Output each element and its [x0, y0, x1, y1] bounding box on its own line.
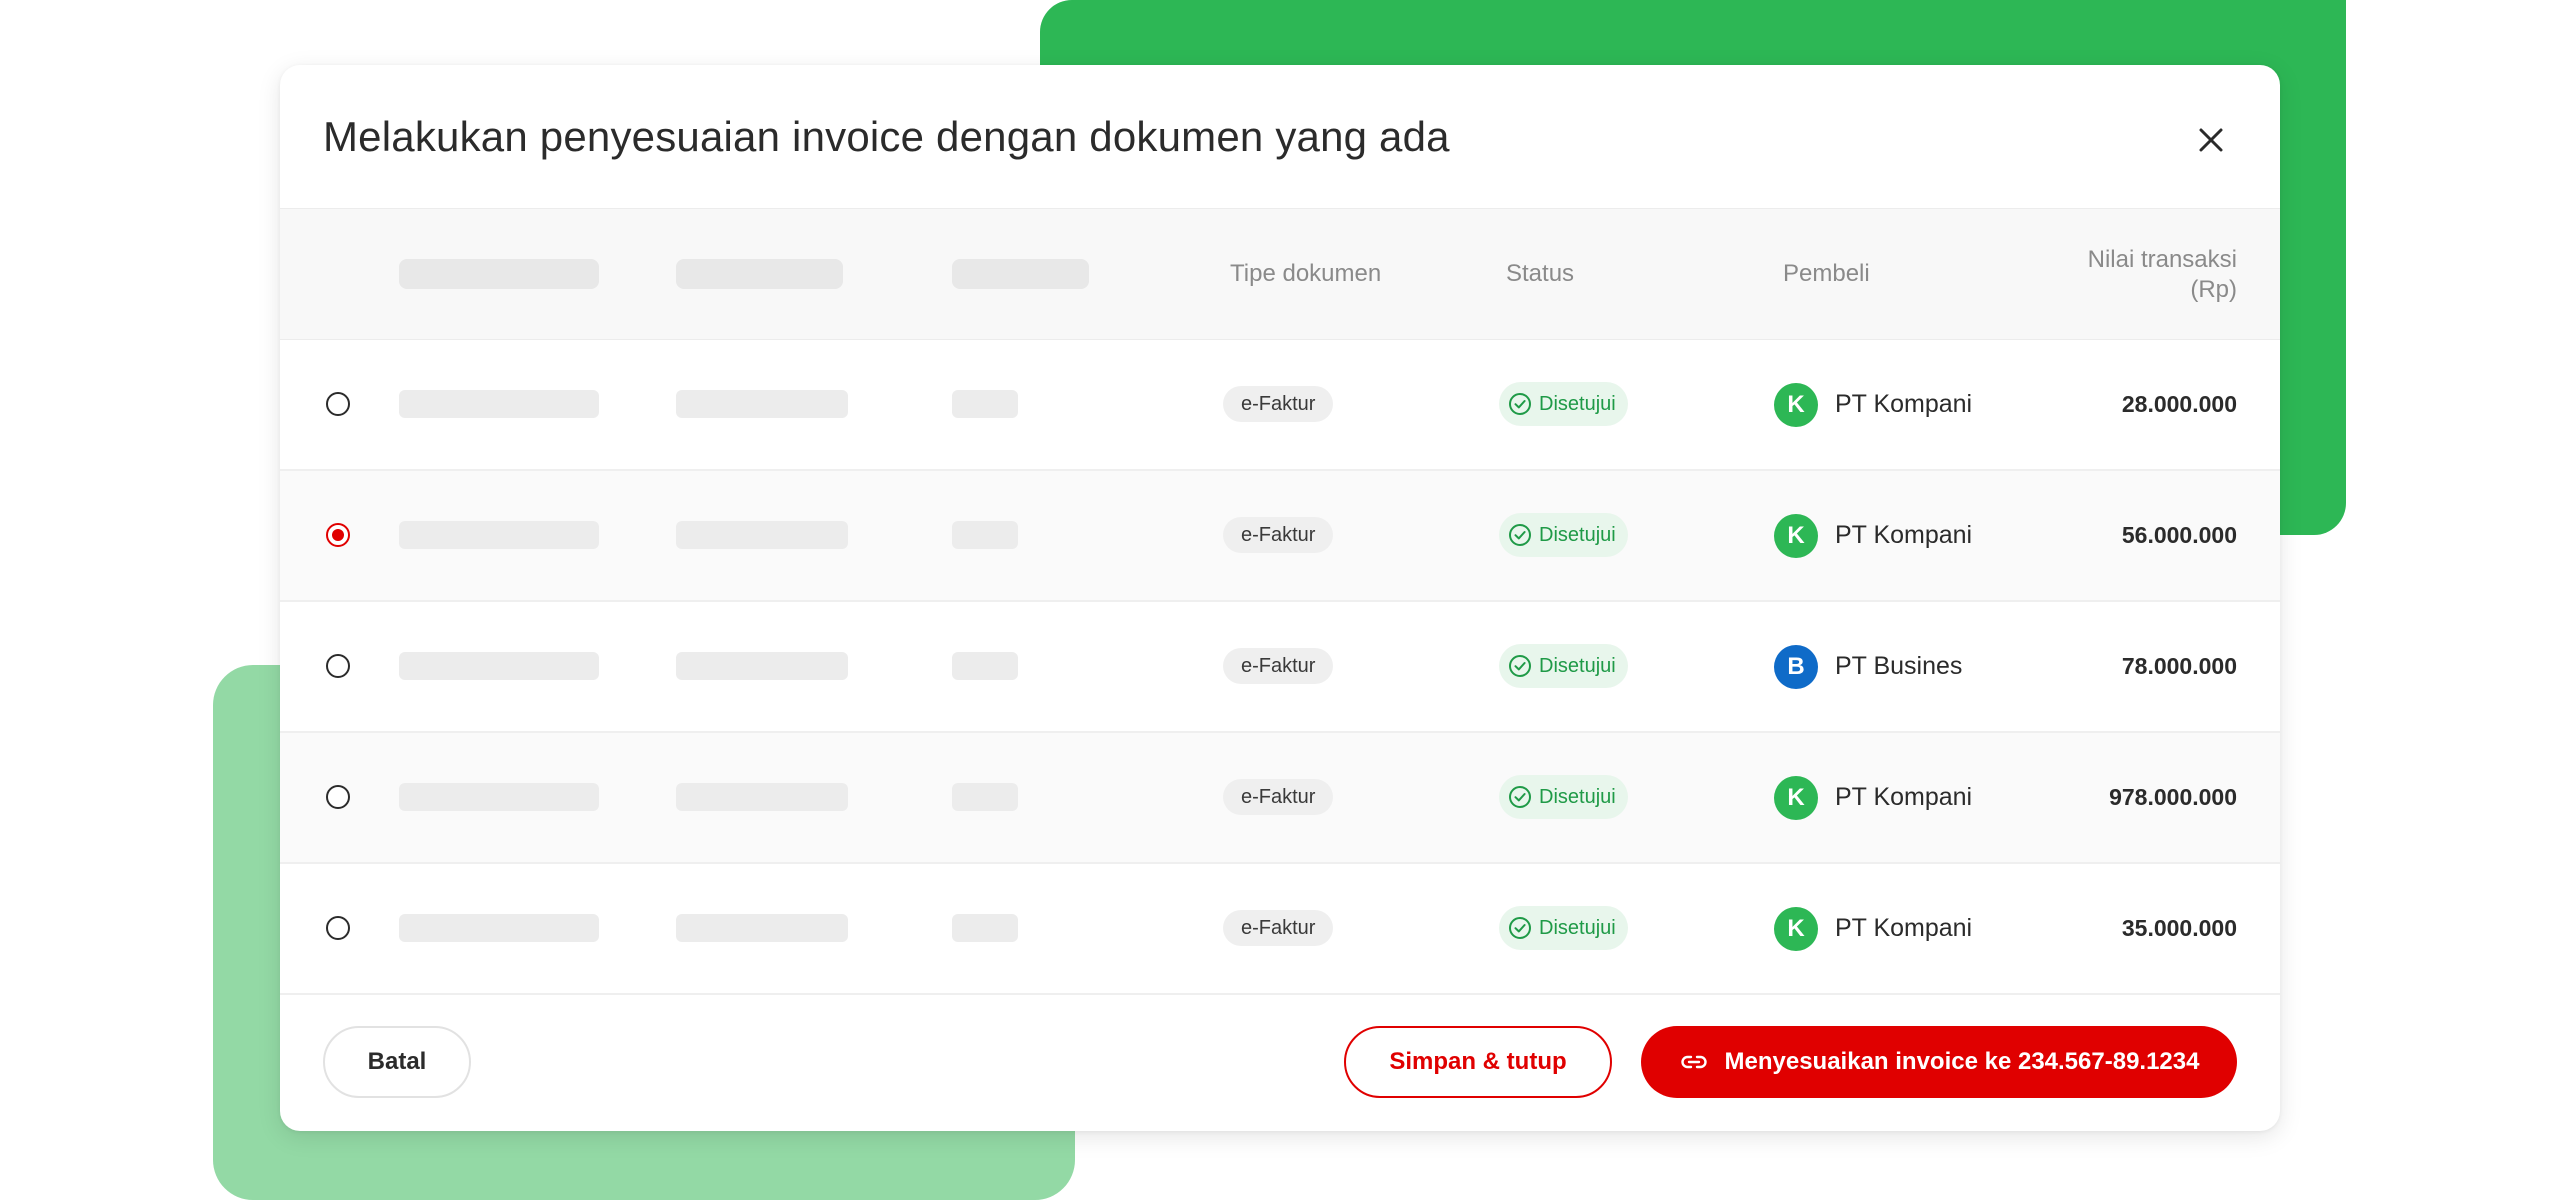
status-label: Disetujui	[1539, 916, 1616, 939]
cell-placeholder	[952, 914, 1018, 942]
status-label: Disetujui	[1539, 392, 1616, 415]
table-row[interactable]: e-Faktur Disetujui K PT Kompani 978.000.…	[280, 733, 2280, 864]
cell-placeholder	[399, 914, 599, 942]
row-select-radio[interactable]	[326, 654, 350, 678]
document-type-chip: e-Faktur	[1223, 910, 1334, 946]
cell-placeholder	[676, 783, 848, 811]
avatar: B	[1774, 645, 1818, 689]
status-badge: Disetujui	[1499, 513, 1628, 557]
close-button[interactable]	[2186, 115, 2236, 165]
column-header-transaction-value: Nilai transaksi (Rp)	[2037, 245, 2237, 305]
header-placeholder	[676, 259, 843, 289]
cell-placeholder	[952, 521, 1018, 549]
status-badge: Disetujui	[1499, 644, 1628, 688]
status-label: Disetujui	[1539, 785, 1616, 808]
document-type-chip: e-Faktur	[1223, 386, 1334, 422]
header-placeholder	[399, 259, 599, 289]
cell-placeholder	[399, 521, 599, 549]
close-icon	[2199, 128, 2223, 152]
documents-table: Tipe dokumen Status Pembeli Nilai transa…	[280, 208, 2280, 995]
dialog-title: Melakukan penyesuaian invoice dengan dok…	[323, 113, 1450, 160]
match-invoice-button[interactable]: Menyesuaikan invoice ke 234.567-89.1234	[1641, 1026, 2237, 1098]
cell-placeholder	[676, 390, 848, 418]
table-body: e-Faktur Disetujui K PT Kompani 28.000.0…	[280, 340, 2280, 995]
cell-placeholder	[399, 652, 599, 680]
table-row[interactable]: e-Faktur Disetujui K PT Kompani 56.000.0…	[280, 471, 2280, 602]
match-invoice-label: Menyesuaikan invoice ke 234.567-89.1234	[1724, 1048, 2200, 1075]
check-circle-icon	[1509, 786, 1531, 808]
avatar: K	[1774, 514, 1818, 558]
buyer-name: PT Kompani	[1835, 520, 1973, 549]
row-select-radio[interactable]	[326, 392, 350, 416]
buyer-name: PT Kompani	[1835, 913, 1973, 942]
table-row[interactable]: e-Faktur Disetujui B PT Busines 78.000.0…	[280, 602, 2280, 733]
status-badge: Disetujui	[1499, 775, 1628, 819]
avatar: K	[1774, 383, 1818, 427]
buyer-name: PT Kompani	[1835, 782, 1973, 811]
transaction-amount: 28.000.000	[2121, 390, 2237, 417]
table-row[interactable]: e-Faktur Disetujui K PT Kompani 28.000.0…	[280, 340, 2280, 471]
check-circle-icon	[1509, 655, 1531, 677]
avatar: K	[1774, 907, 1818, 951]
column-header-value-unit: (Rp)	[2190, 276, 2237, 303]
cell-placeholder	[952, 783, 1018, 811]
status-label: Disetujui	[1539, 523, 1616, 546]
column-header-status: Status	[1506, 260, 1575, 287]
header-placeholder	[952, 259, 1089, 289]
save-and-close-button[interactable]: Simpan & tutup	[1344, 1026, 1612, 1098]
transaction-amount: 56.000.000	[2121, 521, 2237, 548]
status-badge: Disetujui	[1499, 382, 1628, 426]
match-invoice-dialog: Melakukan penyesuaian invoice dengan dok…	[280, 65, 2280, 1131]
cell-placeholder	[952, 652, 1018, 680]
cell-placeholder	[952, 390, 1018, 418]
buyer-name: PT Kompani	[1835, 389, 1973, 418]
cell-placeholder	[399, 390, 599, 418]
cell-placeholder	[676, 521, 848, 549]
transaction-amount: 978.000.000	[2109, 783, 2237, 810]
check-circle-icon	[1509, 393, 1531, 415]
document-type-chip: e-Faktur	[1223, 517, 1334, 553]
avatar: K	[1774, 776, 1818, 820]
table-row[interactable]: e-Faktur Disetujui K PT Kompani 35.000.0…	[280, 864, 2280, 995]
status-label: Disetujui	[1539, 654, 1616, 677]
column-header-document-type: Tipe dokumen	[1230, 260, 1382, 287]
row-select-radio[interactable]	[326, 785, 350, 809]
document-type-chip: e-Faktur	[1223, 779, 1334, 815]
transaction-amount: 78.000.000	[2121, 652, 2237, 679]
column-header-buyer: Pembeli	[1783, 260, 1870, 287]
cell-placeholder	[399, 783, 599, 811]
link-icon	[1680, 1055, 1707, 1069]
cancel-button[interactable]: Batal	[323, 1026, 471, 1098]
status-badge: Disetujui	[1499, 906, 1628, 950]
document-type-chip: e-Faktur	[1223, 648, 1334, 684]
column-header-value-label: Nilai transaksi	[2087, 246, 2237, 273]
buyer-name: PT Busines	[1835, 651, 1963, 680]
table-header: Tipe dokumen Status Pembeli Nilai transa…	[280, 208, 2280, 340]
check-circle-icon	[1509, 524, 1531, 546]
row-select-radio[interactable]	[326, 523, 350, 547]
check-circle-icon	[1509, 917, 1531, 939]
dialog-header: Melakukan penyesuaian invoice dengan dok…	[280, 65, 2280, 208]
dialog-footer: Batal Simpan & tutup Menyesuaikan invoic…	[280, 989, 2280, 1131]
transaction-amount: 35.000.000	[2121, 914, 2237, 941]
cell-placeholder	[676, 652, 848, 680]
cell-placeholder	[676, 914, 848, 942]
row-select-radio[interactable]	[326, 916, 350, 940]
